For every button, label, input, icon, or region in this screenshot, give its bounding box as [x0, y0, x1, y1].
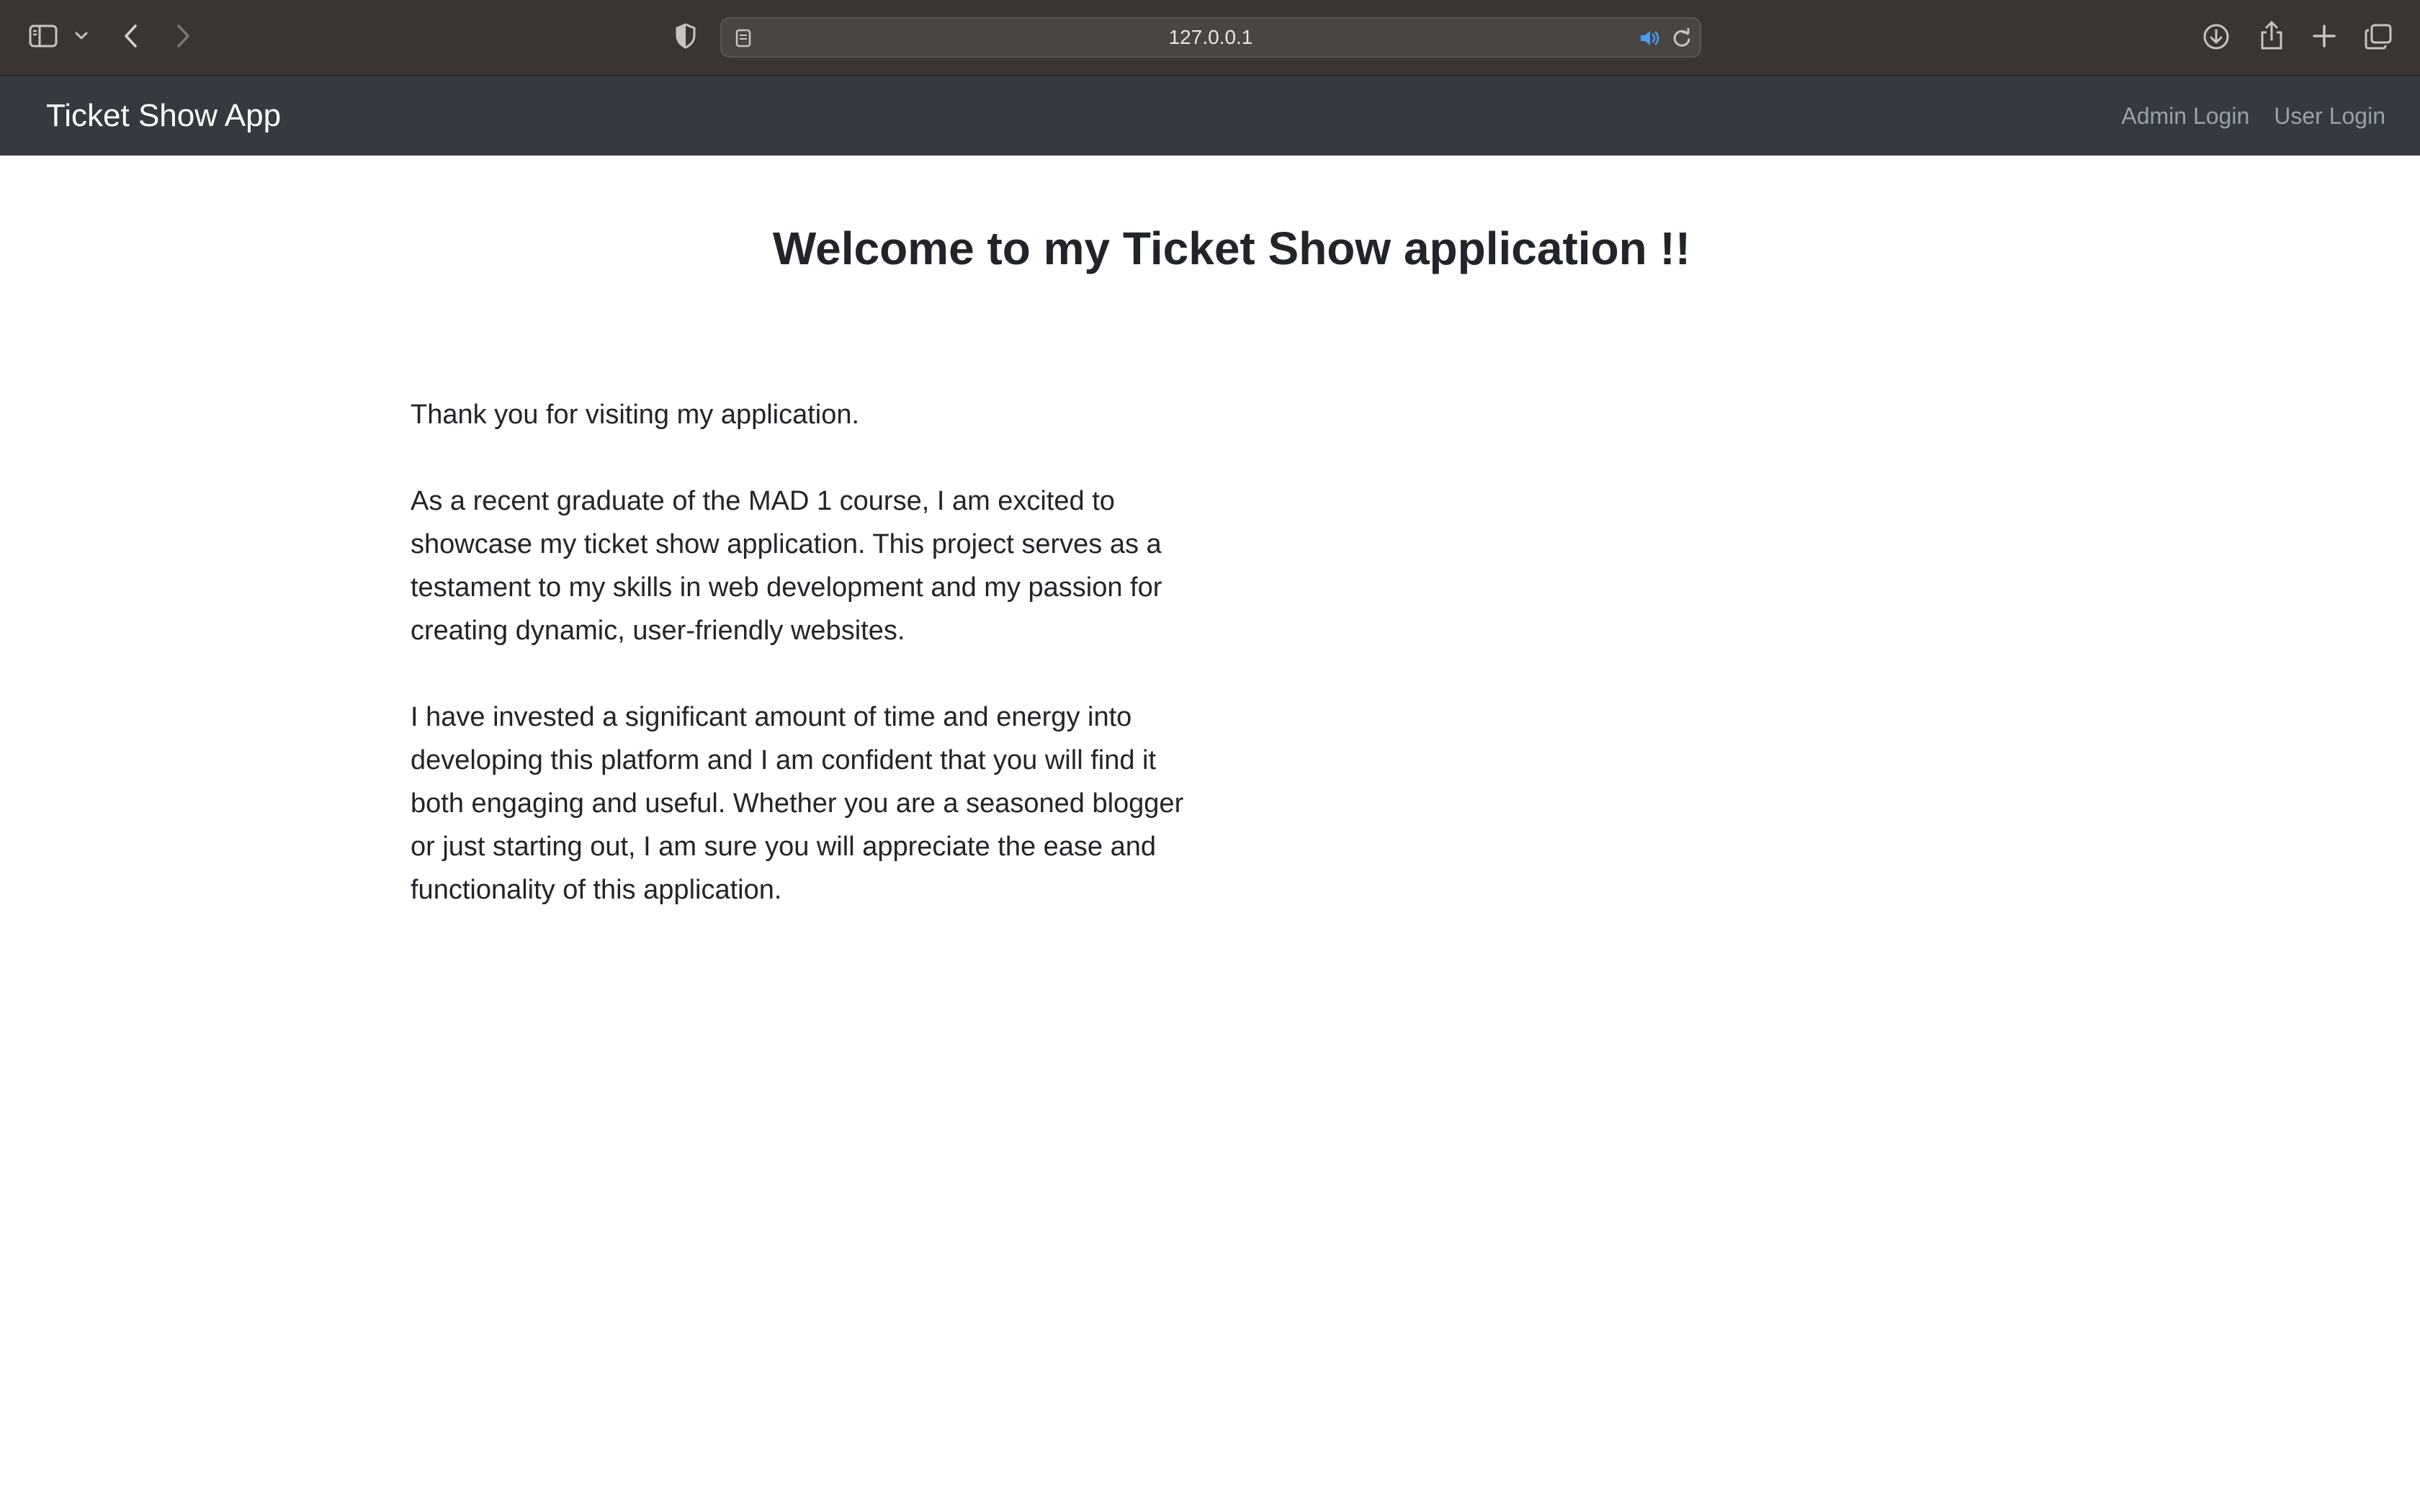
tab-overview-icon[interactable]: [2362, 22, 2394, 52]
address-bar[interactable]: 127.0.0.1: [720, 17, 1701, 58]
share-icon[interactable]: [2257, 17, 2286, 53]
forward-arrow-icon[interactable]: [170, 20, 196, 52]
intro-text: Thank you for visiting my application. A…: [411, 393, 1210, 955]
audio-playing-icon[interactable]: [1638, 27, 1662, 49]
back-arrow-icon[interactable]: [118, 20, 144, 52]
intro-paragraph: I have invested a significant amount of …: [411, 702, 1184, 905]
user-login-link[interactable]: User Login: [2274, 103, 2385, 130]
intro-paragraph: As a recent graduate of the MAD 1 course…: [411, 486, 1162, 646]
intro-paragraph: Thank you for visiting my application.: [411, 400, 860, 430]
plus-icon[interactable]: [2309, 20, 2339, 52]
nav-links: Admin Login User Login: [2121, 76, 2385, 156]
chevron-down-icon[interactable]: [72, 26, 91, 46]
brand-link[interactable]: Ticket Show App: [46, 76, 281, 156]
reload-icon[interactable]: [1670, 26, 1694, 50]
page-title: Welcome to my Ticket Show application !!: [772, 222, 1691, 274]
app-navbar: Ticket Show App Admin Login User Login: [0, 76, 2420, 156]
sidebar-toggle-icon[interactable]: [27, 22, 59, 50]
privacy-shield-icon[interactable]: [673, 22, 699, 50]
download-icon[interactable]: [2201, 22, 2231, 52]
browser-toolbar: 127.0.0.1: [0, 0, 2420, 76]
admin-login-link[interactable]: Admin Login: [2121, 103, 2249, 130]
url-text[interactable]: 127.0.0.1: [722, 19, 1700, 56]
